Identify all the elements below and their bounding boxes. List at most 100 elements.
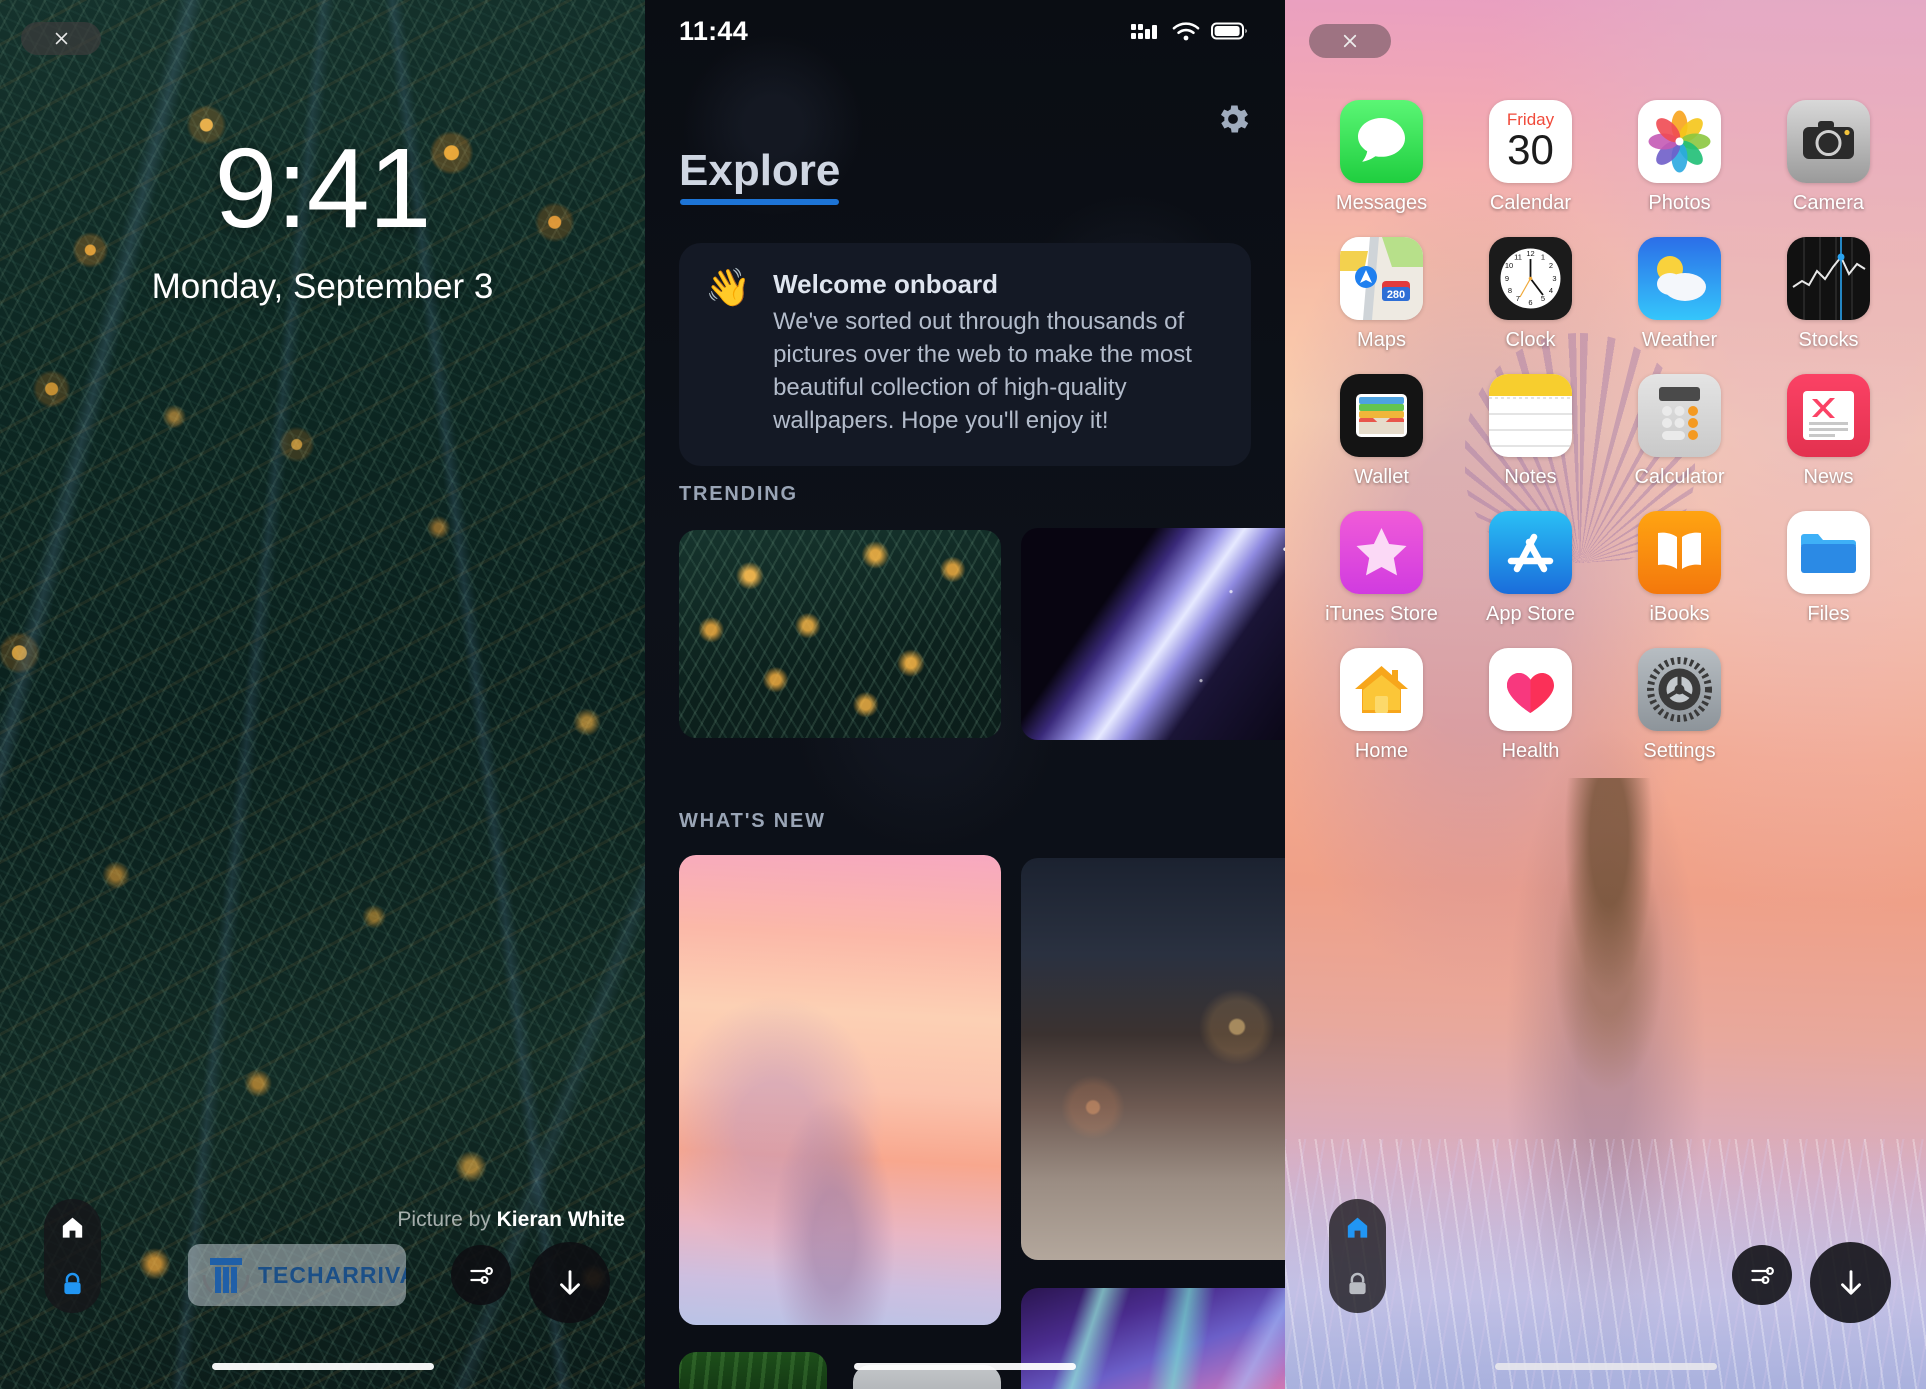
welcome-card[interactable]: 👋 Welcome onboard We've sorted out throu… <box>679 243 1251 466</box>
preview-mode-toggle[interactable] <box>44 1199 101 1313</box>
app-row: 280 Maps 12 1 2 345 678 9 10 11 Clock We… <box>1285 237 1926 352</box>
app-news[interactable]: News <box>1754 374 1903 489</box>
lock-preview-toggle[interactable] <box>1329 1256 1386 1313</box>
waving-hand-icon: 👋 <box>705 267 752 308</box>
app-row: Messages Friday 30 Calendar Photos Camer… <box>1285 100 1926 215</box>
explore-scroll-area[interactable]: 👋 Welcome onboard We've sorted out throu… <box>645 0 1285 1389</box>
svg-text:2: 2 <box>1549 261 1553 270</box>
battery-icon <box>1211 22 1247 40</box>
app-row: iTunes Store App Store iBooks Files <box>1285 511 1926 626</box>
calculator-icon <box>1638 374 1721 457</box>
app-stocks[interactable]: Stocks <box>1754 237 1903 352</box>
lock-time: 9:41 <box>214 125 432 251</box>
calendar-day: 30 <box>1507 125 1554 173</box>
app-calendar[interactable]: Friday 30 Calendar <box>1456 100 1605 215</box>
health-icon <box>1489 648 1572 731</box>
cellular-signal-icon <box>1131 24 1157 39</box>
app-itunes-store[interactable]: iTunes Store <box>1307 511 1456 626</box>
page-title: Explore <box>679 146 840 205</box>
new-card-street[interactable] <box>1021 858 1285 1260</box>
files-icon <box>1787 511 1870 594</box>
app-messages[interactable]: Messages <box>1307 100 1456 215</box>
wallet-icon <box>1340 374 1423 457</box>
home-screen-preview-panel: Messages Friday 30 Calendar Photos Camer… <box>1285 0 1926 1389</box>
svg-text:6: 6 <box>1528 298 1532 307</box>
wallpaper-deer <box>1533 777 1684 1108</box>
new-card-aurora[interactable] <box>1021 1288 1285 1389</box>
screenshot-root: 9:41 Monday, September 3 Picture by Kier… <box>0 0 1926 1389</box>
sliders-icon <box>1750 1266 1774 1284</box>
app-app-store[interactable]: App Store <box>1456 511 1605 626</box>
app-row: Home Health Settings <box>1285 648 1926 763</box>
app-row: Wallet Notes Calculator News <box>1285 374 1926 489</box>
lock-date: Monday, September 3 <box>151 267 494 306</box>
app-settings[interactable]: Settings <box>1605 648 1754 763</box>
app-photos[interactable]: Photos <box>1605 100 1754 215</box>
app-label: Clock <box>1505 329 1556 351</box>
close-button[interactable] <box>1309 24 1391 58</box>
app-label: Wallet <box>1354 466 1409 488</box>
app-label: Notes <box>1504 466 1557 488</box>
photos-icon <box>1638 100 1721 183</box>
close-button[interactable] <box>21 22 101 55</box>
app-grid: Messages Friday 30 Calendar Photos Camer… <box>1285 100 1926 785</box>
weather-icon <box>1638 237 1721 320</box>
close-icon <box>1343 34 1357 48</box>
app-empty-slot <box>1754 648 1903 763</box>
sliders-icon <box>469 1266 493 1284</box>
news-icon <box>1787 374 1870 457</box>
home-indicator <box>854 1363 1076 1370</box>
notes-icon <box>1489 374 1572 457</box>
adjust-button[interactable] <box>1732 1245 1792 1305</box>
app-weather[interactable]: Weather <box>1605 237 1754 352</box>
new-card-deer[interactable] <box>679 855 1001 1325</box>
app-home[interactable]: Home <box>1307 648 1456 763</box>
new-card-forest[interactable] <box>679 1352 827 1389</box>
close-icon <box>55 32 67 45</box>
lock-preview-toggle[interactable] <box>44 1256 101 1313</box>
lock-screen-preview-panel: 9:41 Monday, September 3 Picture by Kier… <box>0 0 645 1389</box>
app-label: App Store <box>1486 603 1575 625</box>
section-label-whats-new: WHAT'S NEW <box>679 810 826 832</box>
photo-credit: Picture by Kieran White <box>397 1208 625 1232</box>
stocks-icon <box>1787 237 1870 320</box>
settings-button[interactable] <box>1209 95 1257 143</box>
wifi-icon <box>1172 21 1200 40</box>
preview-mode-toggle[interactable] <box>1329 1199 1386 1313</box>
maps-route-number: 280 <box>1387 289 1405 301</box>
itunes-store-icon <box>1340 511 1423 594</box>
download-arrow-icon <box>1840 1269 1861 1295</box>
app-maps[interactable]: 280 Maps <box>1307 237 1456 352</box>
status-bar: 11:44 <box>645 0 1285 62</box>
app-health[interactable]: Health <box>1456 648 1605 763</box>
home-preview-toggle[interactable] <box>44 1199 101 1256</box>
app-ibooks[interactable]: iBooks <box>1605 511 1754 626</box>
home-indicator <box>211 1363 434 1370</box>
app-label: iTunes Store <box>1325 603 1438 625</box>
app-calculator[interactable]: Calculator <box>1605 374 1754 489</box>
status-bar-time: 11:44 <box>679 15 749 46</box>
trending-card-pine[interactable] <box>679 530 1001 738</box>
app-notes[interactable]: Notes <box>1456 374 1605 489</box>
svg-text:12: 12 <box>1526 249 1534 258</box>
download-button[interactable] <box>1810 1242 1891 1323</box>
adjust-button[interactable] <box>451 1245 511 1305</box>
app-files[interactable]: Files <box>1754 511 1903 626</box>
explore-screen-panel: 11:44 Explore 👋 Welcome onboard We've so… <box>645 0 1285 1389</box>
svg-text:3: 3 <box>1552 274 1556 283</box>
app-label: Stocks <box>1798 329 1859 351</box>
app-label: Calculator <box>1634 466 1725 488</box>
watermark-techarrival: TECHARRIVAL <box>188 1244 406 1306</box>
svg-text:1: 1 <box>1541 253 1545 262</box>
app-label: Health <box>1501 740 1560 762</box>
home-preview-toggle[interactable] <box>1329 1199 1386 1256</box>
svg-text:7: 7 <box>1516 294 1520 303</box>
app-wallet[interactable]: Wallet <box>1307 374 1456 489</box>
svg-text:10: 10 <box>1505 261 1513 270</box>
trending-card-earth[interactable] <box>1021 528 1285 740</box>
app-camera[interactable]: Camera <box>1754 100 1903 215</box>
download-button[interactable] <box>529 1242 610 1323</box>
welcome-card-body: We've sorted out through thousands of pi… <box>773 308 1192 434</box>
lock-icon <box>1349 1272 1366 1295</box>
app-clock[interactable]: 12 1 2 345 678 9 10 11 Clock <box>1456 237 1605 352</box>
